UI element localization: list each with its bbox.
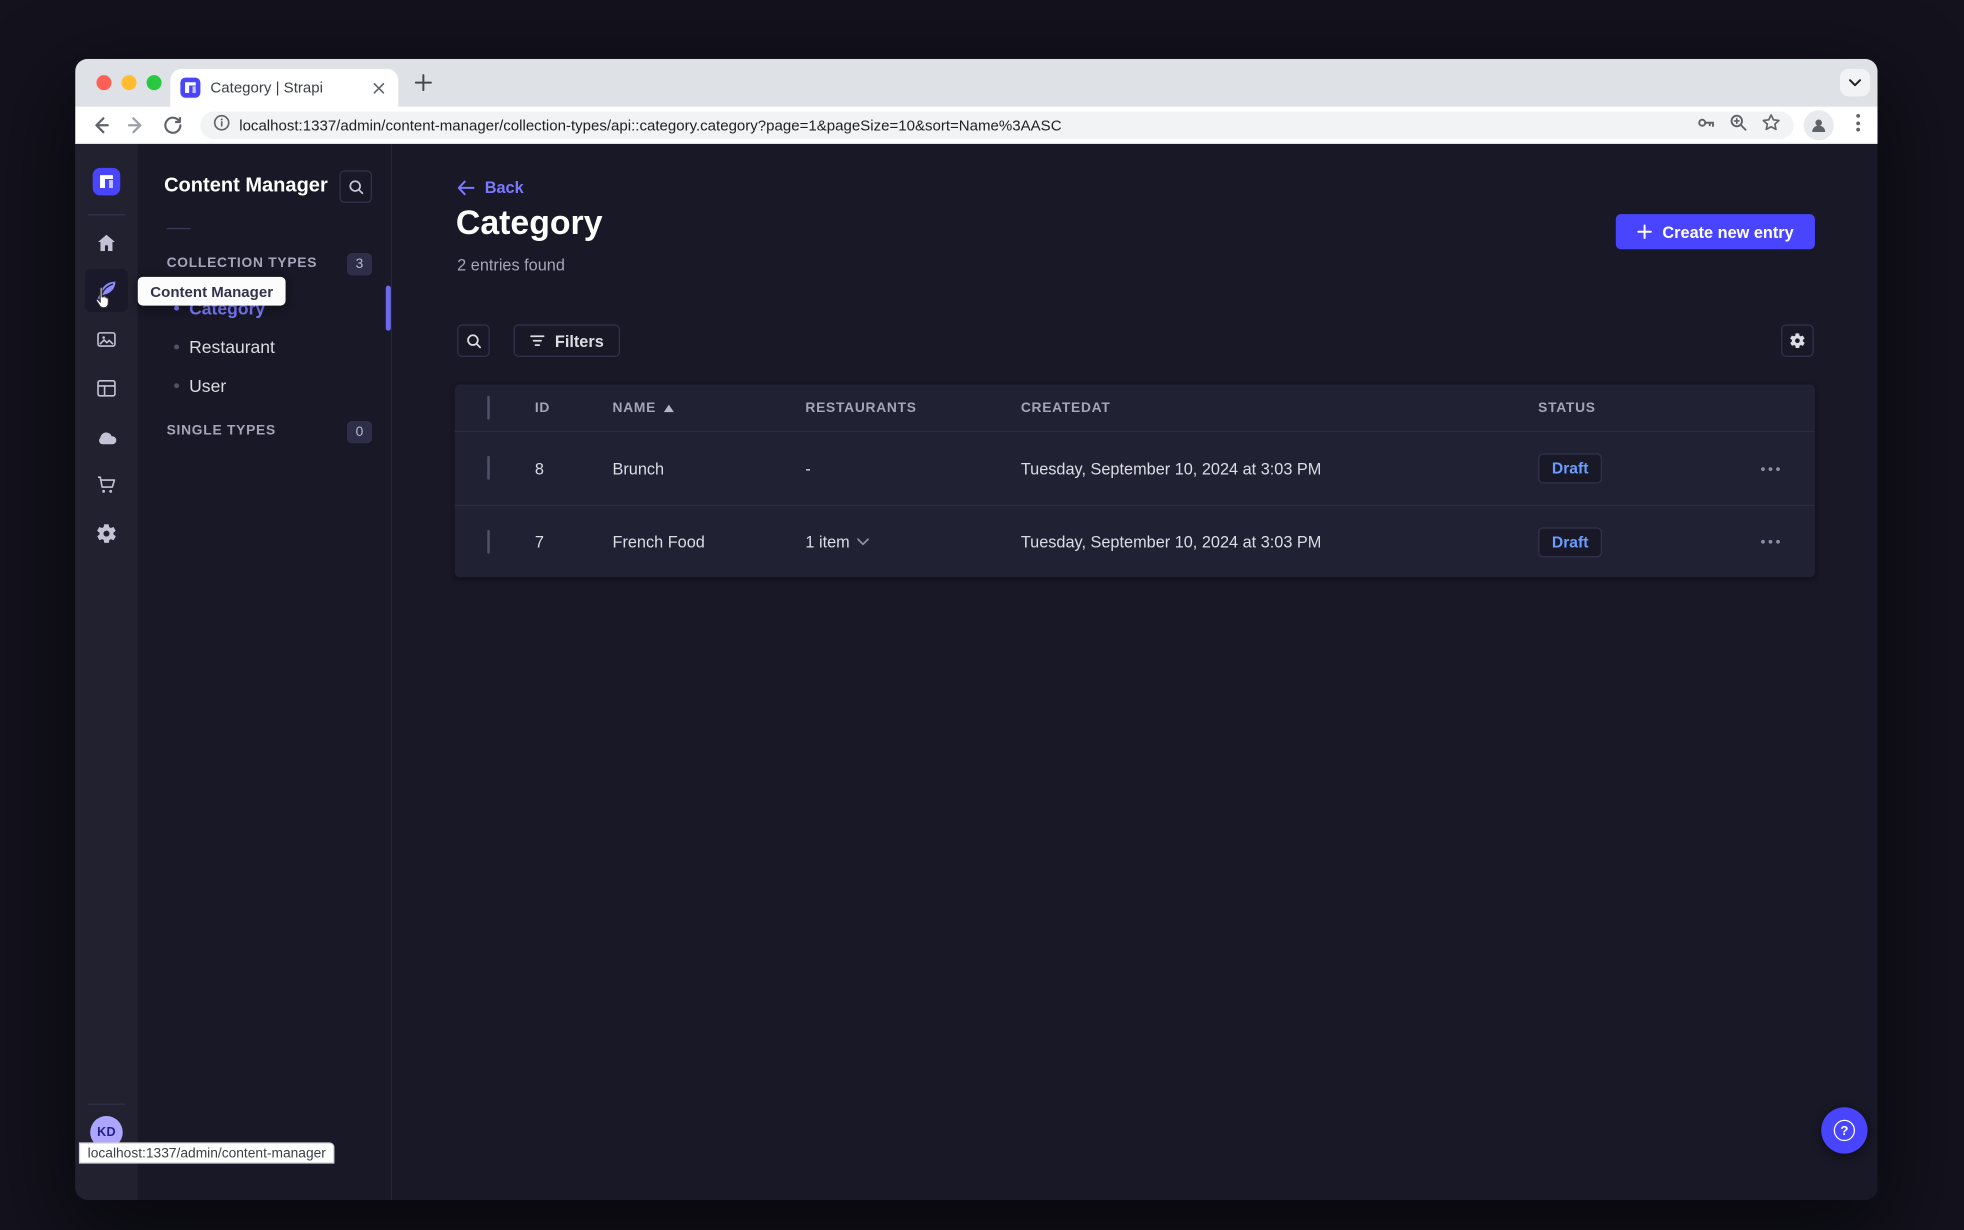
bullet-icon bbox=[174, 344, 180, 350]
marketplace-cart-icon[interactable] bbox=[85, 463, 128, 506]
filters-button[interactable]: Filters bbox=[513, 324, 621, 357]
browser-profile-avatar[interactable] bbox=[1803, 110, 1834, 141]
new-tab-icon[interactable] bbox=[413, 73, 433, 93]
zoom-window-button[interactable] bbox=[146, 75, 162, 91]
back-link[interactable]: Back bbox=[457, 178, 524, 197]
media-library-icon[interactable] bbox=[85, 318, 128, 361]
cell-name: French Food bbox=[612, 532, 705, 552]
subnav-divider bbox=[166, 227, 191, 230]
forward-icon[interactable] bbox=[125, 113, 148, 136]
entries-count: 2 entries found bbox=[457, 255, 565, 275]
browser-toolbar: localhost:1337/admin/content-manager/col… bbox=[75, 106, 1878, 145]
subnav-item-restaurant[interactable]: Restaurant bbox=[138, 333, 391, 361]
minimize-window-button[interactable] bbox=[121, 75, 137, 91]
content-manager-tooltip: Content Manager bbox=[137, 276, 286, 306]
collection-types-label: COLLECTION TYPES bbox=[166, 255, 318, 271]
close-window-button[interactable] bbox=[96, 75, 112, 91]
header-createdat[interactable]: CREATEDAT bbox=[1021, 400, 1538, 415]
cell-restaurants: - bbox=[805, 459, 811, 478]
content-type-builder-icon[interactable] bbox=[85, 367, 128, 410]
single-types-label: SINGLE TYPES bbox=[166, 423, 276, 439]
page-title: Category bbox=[455, 204, 603, 242]
row-checkbox[interactable] bbox=[487, 455, 490, 480]
cell-id: 7 bbox=[534, 532, 544, 552]
list-search-button[interactable] bbox=[457, 324, 490, 357]
reload-icon[interactable] bbox=[162, 113, 185, 136]
rail-divider bbox=[87, 1103, 126, 1105]
filter-icon bbox=[530, 335, 545, 346]
tab-search-icon[interactable] bbox=[1839, 68, 1871, 97]
url-input[interactable]: localhost:1337/admin/content-manager/col… bbox=[239, 116, 1686, 134]
status-badge: Draft bbox=[1538, 526, 1603, 557]
address-bar[interactable]: localhost:1337/admin/content-manager/col… bbox=[200, 111, 1794, 140]
create-new-entry-button[interactable]: Create new entry bbox=[1616, 214, 1815, 250]
subnav-search-button[interactable] bbox=[339, 170, 373, 203]
chevron-down-icon bbox=[857, 538, 870, 546]
home-icon[interactable] bbox=[85, 222, 128, 265]
cell-createdat: Tuesday, September 10, 2024 at 3:03 PM bbox=[1020, 532, 1322, 552]
cell-createdat: Tuesday, September 10, 2024 at 3:03 PM bbox=[1020, 459, 1322, 478]
table-header-row: ID NAME RESTAURANTS CREATEDAT STATUS bbox=[454, 385, 1815, 433]
browser-window: Category | Strapi localhost:1337/admin/c… bbox=[75, 58, 1878, 1200]
browser-tab-strip: Category | Strapi bbox=[75, 58, 1878, 107]
bullet-icon bbox=[174, 305, 180, 311]
bookmark-star-icon[interactable] bbox=[1761, 112, 1781, 138]
row-actions-button[interactable] bbox=[1726, 539, 1815, 544]
rail-divider bbox=[87, 214, 126, 216]
browser-tab[interactable]: Category | Strapi bbox=[170, 68, 399, 107]
page-info-icon[interactable] bbox=[213, 113, 231, 137]
desktop: Category | Strapi localhost:1337/admin/c… bbox=[0, 0, 1964, 1230]
deploy-cloud-icon[interactable] bbox=[85, 416, 128, 459]
header-id[interactable]: ID bbox=[535, 400, 613, 415]
table-row[interactable]: 7 French Food 1 item Tuesday, September … bbox=[454, 504, 1815, 578]
bullet-icon bbox=[174, 383, 180, 389]
cell-restaurants[interactable]: 1 item bbox=[805, 532, 1020, 551]
password-key-icon[interactable] bbox=[1696, 112, 1716, 138]
subnav-scrollbar[interactable] bbox=[385, 285, 391, 331]
main-content: Back Category 2 entries found Create new… bbox=[392, 144, 1878, 1200]
select-all-checkbox[interactable] bbox=[487, 395, 490, 419]
single-types-badge: 0 bbox=[346, 420, 373, 444]
row-actions-button[interactable] bbox=[1726, 466, 1815, 471]
table-row[interactable]: 8 Brunch - Tuesday, September 10, 2024 a… bbox=[455, 432, 1815, 505]
tab-title: Category | Strapi bbox=[210, 78, 323, 97]
window-controls bbox=[96, 75, 162, 91]
header-status: STATUS bbox=[1538, 400, 1596, 416]
header-restaurants: RESTAURANTS bbox=[805, 400, 917, 416]
tab-close-icon[interactable] bbox=[368, 78, 388, 98]
subnav-item-user[interactable]: User bbox=[138, 372, 391, 400]
omnibox-action-icons bbox=[1696, 112, 1781, 138]
strapi-favicon bbox=[180, 77, 201, 98]
strapi-logo[interactable] bbox=[92, 167, 121, 196]
strapi-admin: KD Content Manager COLLECTION TYPES 3 Ca… bbox=[75, 144, 1878, 1200]
view-settings-button[interactable] bbox=[1781, 324, 1814, 357]
browser-menu-icon[interactable] bbox=[1856, 113, 1861, 132]
hand-cursor bbox=[94, 286, 114, 316]
cell-id: 8 bbox=[534, 459, 544, 478]
entries-table: ID NAME RESTAURANTS CREATEDAT STATUS 8 B… bbox=[454, 384, 1815, 578]
link-status-tooltip: localhost:1337/admin/content-manager bbox=[78, 1142, 335, 1164]
row-checkbox[interactable] bbox=[487, 529, 490, 554]
plus-icon bbox=[1637, 224, 1653, 239]
question-mark-icon: ? bbox=[1833, 1119, 1856, 1142]
back-icon[interactable] bbox=[89, 113, 112, 136]
sort-ascending-icon bbox=[663, 403, 674, 412]
subnav-title: Content Manager bbox=[164, 175, 328, 197]
status-badge: Draft bbox=[1538, 453, 1603, 484]
header-name[interactable]: NAME bbox=[612, 400, 805, 415]
zoom-page-icon[interactable] bbox=[1729, 112, 1749, 138]
help-button[interactable]: ? bbox=[1821, 1107, 1868, 1154]
collection-types-badge: 3 bbox=[346, 253, 373, 276]
cell-name: Brunch bbox=[612, 459, 665, 478]
settings-gear-icon[interactable] bbox=[85, 512, 128, 555]
